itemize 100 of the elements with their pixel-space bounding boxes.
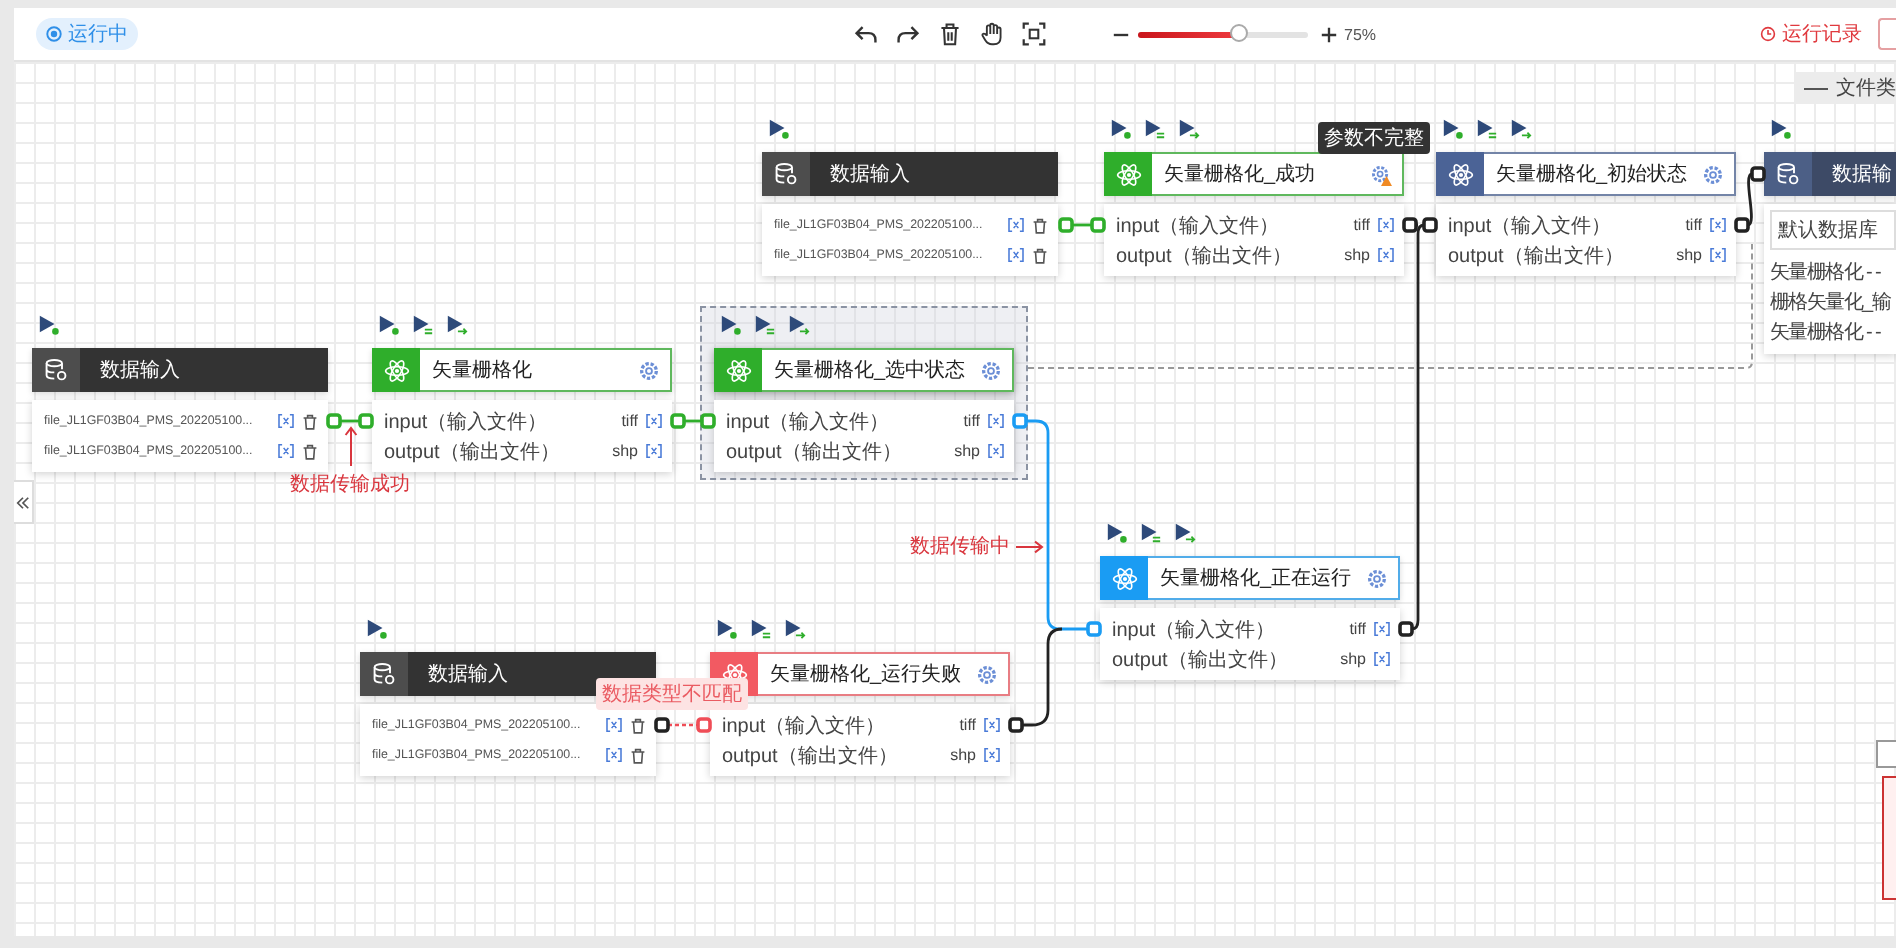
bracket-icon[interactable] (1710, 248, 1726, 262)
trash-icon[interactable] (302, 413, 318, 429)
play-icon[interactable] (716, 618, 738, 640)
port-format: tiff (963, 412, 980, 430)
node-header[interactable]: 数据输入 (32, 348, 328, 392)
database-icon (32, 348, 80, 392)
settings-icon[interactable] (1702, 163, 1724, 185)
play-forward-icon[interactable] (784, 618, 806, 640)
database-select[interactable]: 默认数据库 (1770, 210, 1896, 250)
bracket-icon[interactable] (606, 748, 622, 762)
bracket-icon[interactable] (984, 718, 1000, 732)
node-header[interactable]: 矢量栅格化_选中状态 (714, 348, 1014, 392)
play-icon[interactable] (378, 314, 400, 336)
bracket-icon[interactable] (1008, 218, 1024, 232)
status-note: 数据传输中 (910, 533, 1010, 560)
trash-icon[interactable] (630, 717, 646, 733)
node-header[interactable]: 数据输入 (762, 152, 1058, 196)
slider-thumb[interactable] (1230, 24, 1248, 42)
bracket-icon[interactable] (1710, 218, 1726, 232)
play-icon[interactable] (366, 618, 388, 640)
collapse-button[interactable] (14, 480, 34, 524)
node-header[interactable]: 数据输 (1764, 152, 1896, 196)
connector (1072, 223, 1092, 227)
port-format: shp (950, 746, 976, 764)
node-title: 数据输 (1830, 162, 1894, 188)
port-name: input（输入文件） (726, 409, 892, 435)
connector (1747, 172, 1753, 227)
node-title: 矢量栅格化 (430, 357, 534, 384)
bracket-icon[interactable] (1378, 218, 1394, 232)
redo-icon[interactable] (896, 22, 920, 46)
port[interactable] (1398, 621, 1414, 637)
node-header[interactable]: 矢量栅格化_初始状态 (1436, 152, 1736, 196)
play-step-icon[interactable] (1140, 522, 1162, 544)
trash-icon[interactable] (630, 747, 646, 763)
play-forward-icon[interactable] (1174, 522, 1196, 544)
settings-warning-icon[interactable] (1370, 163, 1392, 185)
port-format: tiff (959, 716, 976, 734)
play-icon[interactable] (38, 314, 60, 336)
play-forward-icon[interactable] (788, 314, 810, 336)
delete-icon[interactable] (938, 22, 962, 46)
play-forward-icon[interactable] (1510, 118, 1532, 140)
side-panel (1882, 776, 1896, 900)
play-step-icon[interactable] (750, 618, 772, 640)
node-header[interactable]: 矢量栅格化 (372, 348, 672, 392)
bracket-icon[interactable] (278, 444, 294, 458)
bracket-icon[interactable] (606, 718, 622, 732)
port-format: tiff (621, 412, 638, 430)
history-button[interactable]: 运行记录 (1760, 20, 1862, 48)
port[interactable] (654, 717, 670, 733)
play-step-icon[interactable] (412, 314, 434, 336)
play-forward-icon[interactable] (1178, 118, 1200, 140)
port-name: input（输入文件） (1448, 213, 1614, 239)
port-name: output（输出文件） (1116, 243, 1294, 269)
zoom-in-icon[interactable] (1320, 25, 1338, 43)
trash-icon[interactable] (1032, 217, 1048, 233)
play-icon[interactable] (1110, 118, 1132, 140)
bracket-icon[interactable] (1008, 248, 1024, 262)
error-tooltip: 数据类型不匹配 (596, 678, 748, 710)
settings-icon[interactable] (638, 359, 660, 381)
settings-icon[interactable] (980, 359, 1002, 381)
port-format: shp (954, 442, 980, 460)
zoom-reading: 75% (1344, 25, 1377, 43)
trash-icon[interactable] (1032, 247, 1048, 263)
play-icon[interactable] (768, 118, 790, 140)
settings-icon[interactable] (976, 663, 998, 685)
play-step-icon[interactable] (754, 314, 776, 336)
bracket-icon[interactable] (646, 414, 662, 428)
play-forward-icon[interactable] (446, 314, 468, 336)
right-arrow-icon (1016, 539, 1044, 553)
bracket-icon[interactable] (984, 748, 1000, 762)
bracket-icon[interactable] (988, 414, 1004, 428)
port[interactable] (1008, 717, 1024, 733)
port-format: tiff (1685, 216, 1702, 234)
bracket-icon[interactable] (278, 414, 294, 428)
play-step-icon[interactable] (1144, 118, 1166, 140)
play-icon[interactable] (1770, 118, 1792, 140)
settings-icon[interactable] (1366, 567, 1388, 589)
play-icon[interactable] (720, 314, 742, 336)
bracket-icon[interactable] (988, 444, 1004, 458)
hand-icon[interactable] (980, 22, 1004, 46)
play-icon[interactable] (1442, 118, 1464, 140)
bracket-icon[interactable] (1378, 248, 1394, 262)
chevron-icon (16, 495, 30, 509)
node-title: 矢量栅格化_初始状态 (1494, 161, 1690, 188)
port[interactable] (1750, 166, 1766, 182)
port-format: shp (1676, 246, 1702, 264)
play-step-icon[interactable] (1476, 118, 1498, 140)
fit-view-icon[interactable] (1022, 22, 1046, 46)
undo-icon[interactable] (854, 22, 878, 46)
panel-tab[interactable] (1876, 740, 1896, 768)
port-format: shp (1340, 650, 1366, 668)
play-icon[interactable] (1106, 522, 1128, 544)
bracket-icon[interactable] (1374, 652, 1390, 666)
trash-icon[interactable] (302, 443, 318, 459)
connector (340, 419, 360, 423)
legend-label: 文件类 (1836, 75, 1896, 102)
port[interactable] (1734, 217, 1750, 233)
node-header[interactable]: 矢量栅格化_正在运行 (1100, 556, 1400, 600)
bracket-icon[interactable] (1374, 622, 1390, 636)
bracket-icon[interactable] (646, 444, 662, 458)
